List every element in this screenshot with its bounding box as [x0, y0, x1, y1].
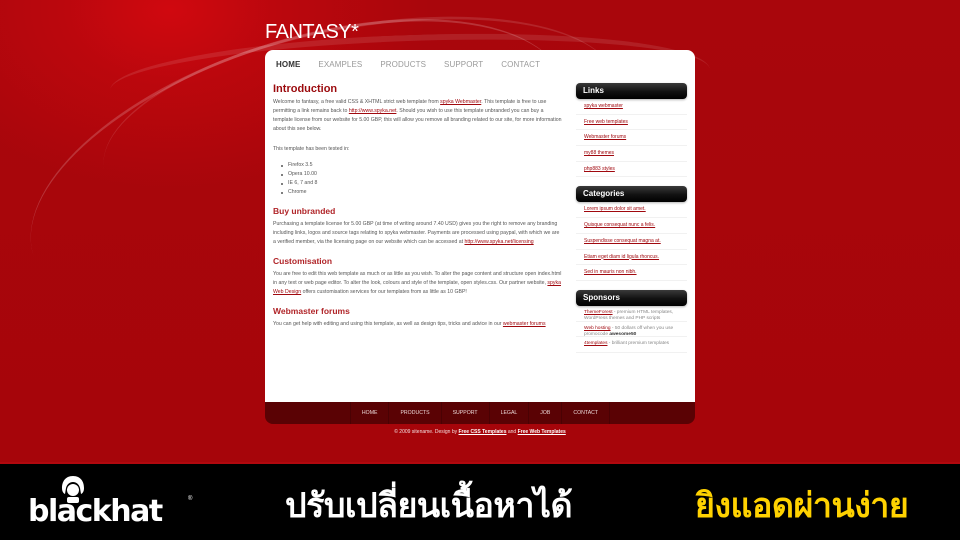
- sponsor-text: - brilliant premium templates: [607, 341, 670, 347]
- categories-title: Categories: [576, 186, 687, 203]
- blackhat-logo: blackhat ®: [28, 474, 198, 530]
- copyright-text: and: [506, 429, 518, 435]
- links-title: Links: [576, 83, 687, 99]
- browser-item: Chrome: [281, 188, 563, 197]
- main-content: Introduction Welcome to fantasy, a free …: [273, 83, 563, 329]
- free-web-templates-link[interactable]: Free Web Templates: [518, 429, 566, 435]
- nav-support[interactable]: SUPPORT: [444, 60, 483, 70]
- promo-code: awesome50: [609, 331, 637, 337]
- forums-heading: Webmaster forums: [273, 306, 350, 316]
- tested-in-text: This template has been tested in:: [273, 146, 350, 152]
- footer-nav-legal[interactable]: LEGAL: [490, 402, 530, 424]
- customisation-heading: Customisation: [273, 256, 333, 266]
- category-link[interactable]: Quisque consequat nunc a felis.: [584, 222, 655, 228]
- free-css-templates-link[interactable]: Free CSS Templates: [459, 429, 507, 435]
- registered-mark: ®: [188, 496, 193, 502]
- sponsor-link[interactable]: ThemeForest: [584, 310, 613, 315]
- sidebar-link[interactable]: Free web templates: [584, 119, 628, 125]
- licensing-link[interactable]: http://www.spyka.net/licensing: [464, 239, 533, 245]
- text: offers customisation services for our te…: [301, 289, 467, 295]
- browser-item: IE 6, 7 and 8: [281, 179, 563, 188]
- sidebar-link[interactable]: Webmaster forums: [584, 134, 626, 140]
- top-nav: HOME EXAMPLES PRODUCTS SUPPORT CONTACT: [276, 60, 558, 70]
- list-item: php883 styles: [576, 162, 687, 178]
- copyright-text: © 2009 sitename. Design by: [394, 429, 459, 435]
- list-item: Suspendisse consequat magna at.: [576, 234, 687, 250]
- browser-item: Firefox 3.5: [281, 161, 563, 170]
- text: You are free to edit this web template a…: [273, 271, 562, 286]
- nav-examples[interactable]: EXAMPLES: [318, 60, 362, 70]
- sponsors-title: Sponsors: [576, 289, 687, 306]
- browser-list: Firefox 3.5 Opera 10.00 IE 6, 7 and 8 Ch…: [281, 161, 563, 197]
- main-panel: HOME EXAMPLES PRODUCTS SUPPORT CONTACT I…: [265, 50, 695, 402]
- category-link[interactable]: Lorem ipsum dolor sit amet.: [584, 206, 646, 212]
- unbranded-paragraph: Purchasing a template license for 5.00 G…: [273, 220, 563, 247]
- brand-name: blackhat: [28, 494, 163, 529]
- intro-paragraph: Welcome to fantasy, a free valid CSS & X…: [273, 98, 563, 134]
- customisation-paragraph: You are free to edit this web template a…: [273, 270, 563, 297]
- nav-home[interactable]: HOME: [276, 60, 300, 70]
- unbranded-heading: Buy unbranded: [273, 206, 336, 216]
- spyka-net-link[interactable]: http://www.spyka.net: [349, 108, 397, 114]
- intro-heading: Introduction: [273, 83, 338, 95]
- text: You can get help with editing and using …: [273, 321, 503, 327]
- nav-products[interactable]: PRODUCTS: [380, 60, 426, 70]
- sponsor-link[interactable]: 4templates: [584, 341, 607, 346]
- footer-nav-products[interactable]: PRODUCTS: [389, 402, 442, 424]
- sidebar-link[interactable]: spyka webmaster: [584, 103, 623, 109]
- footer-nav-contact[interactable]: CONTACT: [562, 402, 611, 424]
- nav-contact[interactable]: CONTACT: [501, 60, 540, 70]
- list-item: 4templates - brilliant premium templates: [576, 337, 687, 353]
- banner-tagline: ยิงแอดผ่านง่าย: [695, 486, 909, 526]
- forums-paragraph: You can get help with editing and using …: [273, 320, 563, 329]
- categories-list: Lorem ipsum dolor sit amet. Quisque cons…: [576, 202, 687, 281]
- category-link[interactable]: Sed in mauris non nibh.: [584, 269, 637, 275]
- list-item: Web hosting - 50 dollars off when you us…: [576, 322, 687, 338]
- list-item: Sed in mauris non nibh.: [576, 265, 687, 281]
- footer-nav-support[interactable]: SUPPORT: [442, 402, 490, 424]
- list-item: Lorem ipsum dolor sit amet.: [576, 202, 687, 219]
- category-link[interactable]: Suspendisse consequat magna at.: [584, 238, 661, 244]
- footer-nav-job[interactable]: JOB: [529, 402, 563, 424]
- spyka-webmaster-link[interactable]: spyka Webmaster: [440, 99, 481, 105]
- list-item: Quisque consequat nunc a felis.: [576, 218, 687, 234]
- sidebar-link[interactable]: php883 styles: [584, 166, 615, 172]
- list-item: Webmaster forums: [576, 130, 687, 147]
- promo-banner: blackhat ® ปรับเปลี่ยนเนื้อหาได้ ยิงแอดผ…: [0, 462, 960, 540]
- list-item: Etiam eget diam id ligula rhoncus.: [576, 250, 687, 266]
- footer-nav-home[interactable]: HOME: [349, 402, 390, 424]
- list-item: spyka webmaster: [576, 99, 687, 115]
- list-item: ThemeForest - premium HTML templates, Wo…: [576, 306, 687, 322]
- list-item: my88 themes: [576, 146, 687, 162]
- footer-nav: HOME PRODUCTS SUPPORT LEGAL JOB CONTACT: [265, 402, 695, 424]
- sidebar-link[interactable]: my88 themes: [584, 150, 614, 156]
- copyright: © 2009 sitename. Design by Free CSS Temp…: [265, 429, 695, 435]
- sponsor-link[interactable]: Web hosting: [584, 326, 611, 331]
- webmaster-forums-link[interactable]: webmaster forums: [503, 321, 546, 327]
- browser-item: Opera 10.00: [281, 170, 563, 179]
- category-link[interactable]: Etiam eget diam id ligula rhoncus.: [584, 254, 659, 260]
- links-list: spyka webmaster Free web templates Webma…: [576, 99, 687, 178]
- banner-headline: ปรับเปลี่ยนเนื้อหาได้: [285, 486, 573, 526]
- text: Welcome to fantasy, a free valid CSS & X…: [273, 99, 441, 105]
- sidebar: Links spyka webmaster Free web templates…: [576, 83, 687, 362]
- site-logo[interactable]: FANTASY*: [265, 21, 359, 44]
- list-item: Free web templates: [576, 115, 687, 131]
- sponsors-list: ThemeForest - premium HTML templates, Wo…: [576, 306, 687, 353]
